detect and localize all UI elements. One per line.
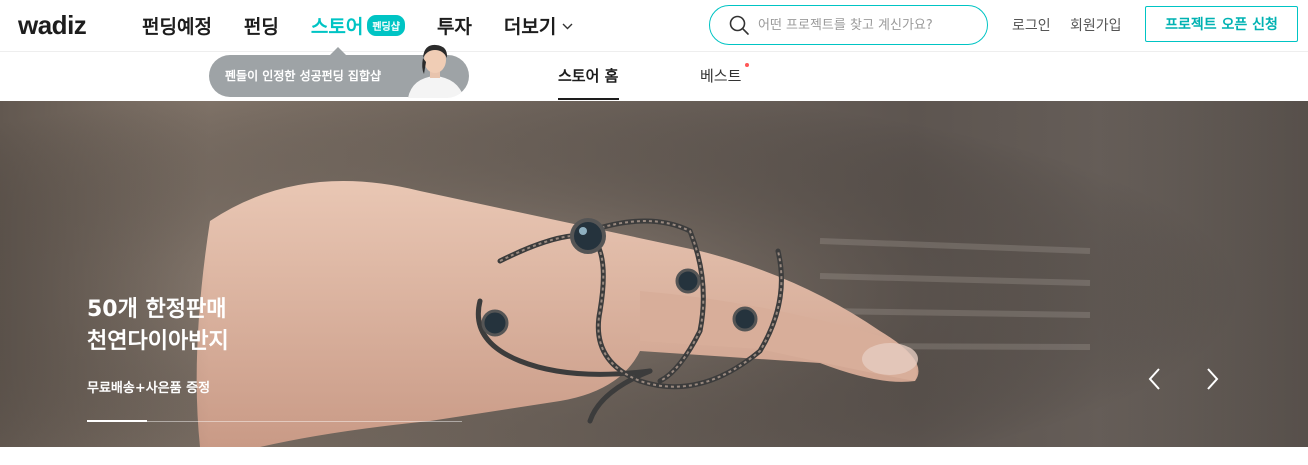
nav-item-more-label: 더보기 xyxy=(503,16,557,38)
tab-store-home[interactable]: 스토어 홈 xyxy=(558,65,618,86)
nav-item-more[interactable]: 더보기 xyxy=(504,12,573,39)
search-icon xyxy=(729,15,749,35)
hero-banner[interactable]: 50개 한정판매 천연다이아반지 무료배송+사은품 증정 xyxy=(0,101,1308,447)
carousel-progress-track xyxy=(87,420,462,422)
hero-subtitle: 무료배송+사은품 증정 xyxy=(87,381,211,396)
hero-title-line-2: 천연다이아반지 xyxy=(87,329,229,354)
login-link[interactable]: 로그인 xyxy=(1012,15,1051,35)
nav-item-invest[interactable]: 투자 xyxy=(437,12,472,39)
hero-title-line-1: 50개 한정판매 xyxy=(87,297,227,322)
hero-title: 50개 한정판매 천연다이아반지 xyxy=(87,294,229,358)
nav-item-store-label: 스토어 xyxy=(310,16,364,38)
tab-best[interactable]: 베스트 xyxy=(700,65,741,86)
nav-item-funding-upcoming[interactable]: 펀딩예정 xyxy=(142,12,212,39)
chevron-left-icon xyxy=(1148,368,1160,390)
wadiz-logo[interactable]: wadiz xyxy=(18,10,87,41)
store-badge: 펜딩샵 xyxy=(367,15,405,36)
tooltip-text: 펜들이 인정한 성공펀딩 집합샵 xyxy=(225,69,382,83)
main-nav: 펀딩예정 펀딩 스토어 펜딩샵 투자 더보기 xyxy=(142,12,605,39)
carousel-prev-button[interactable] xyxy=(1143,366,1169,392)
active-tab-underline xyxy=(558,98,619,100)
global-header: wadiz 펀딩예정 펀딩 스토어 펜딩샵 투자 더보기 로그인 회원가입 프로… xyxy=(0,0,1308,52)
carousel-next-button[interactable] xyxy=(1198,366,1224,392)
signup-link[interactable]: 회원가입 xyxy=(1070,15,1122,35)
carousel-progress-fill xyxy=(87,420,147,422)
chevron-down-icon xyxy=(562,19,573,33)
store-subnav xyxy=(0,53,1308,101)
nav-item-funding[interactable]: 펀딩 xyxy=(244,12,279,39)
tooltip-avatar xyxy=(402,38,468,98)
search-input[interactable] xyxy=(758,17,978,33)
search-bar[interactable] xyxy=(709,5,988,45)
nav-item-store[interactable]: 스토어 펜딩샵 xyxy=(310,12,405,39)
chevron-right-icon xyxy=(1207,368,1219,390)
open-project-button[interactable]: 프로젝트 오픈 신청 xyxy=(1145,6,1298,42)
new-indicator-dot xyxy=(745,63,749,67)
